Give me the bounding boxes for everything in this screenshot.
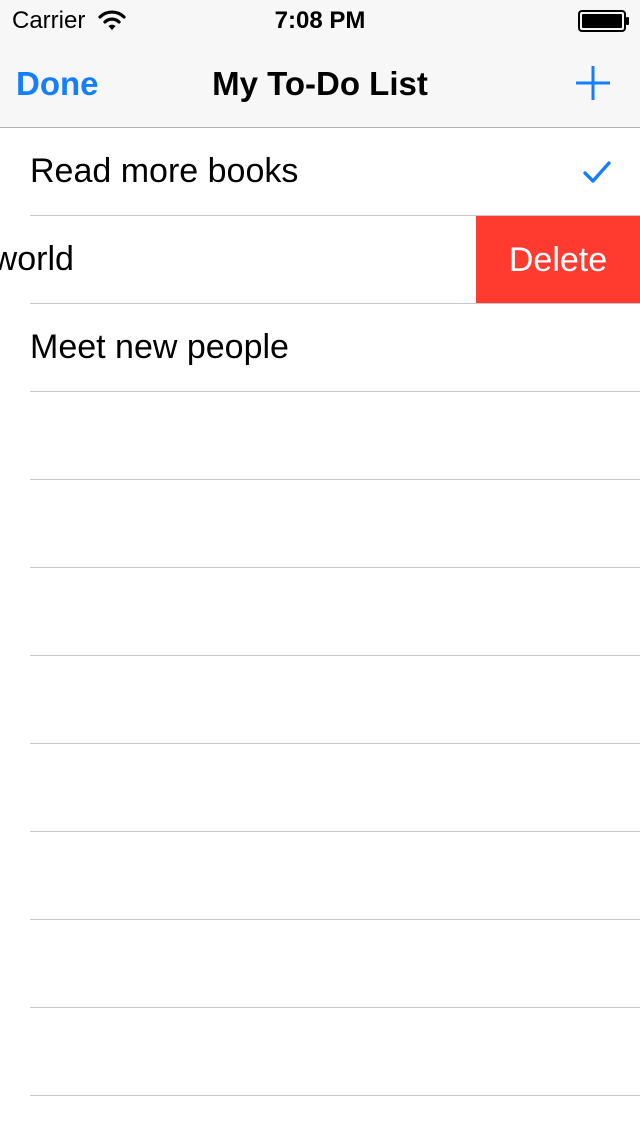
row-label: Read more books xyxy=(30,152,299,190)
table-row-swiped[interactable]: See the world Delete xyxy=(0,216,640,304)
checkmark-icon xyxy=(583,161,611,183)
table-row[interactable]: Meet new people xyxy=(0,304,640,392)
table-row[interactable]: Read more books xyxy=(0,128,640,216)
status-bar: Carrier 7:08 PM xyxy=(0,0,640,40)
status-time: 7:08 PM xyxy=(274,7,366,34)
plus-icon[interactable] xyxy=(570,60,616,106)
row-label: See the world xyxy=(0,240,74,278)
empty-row xyxy=(0,568,640,656)
empty-row xyxy=(0,832,640,920)
page-title: My To-Do List xyxy=(212,65,428,102)
row-label: Meet new people xyxy=(30,328,289,366)
empty-row xyxy=(0,920,640,1008)
empty-row xyxy=(0,656,640,744)
empty-row xyxy=(0,744,640,832)
todo-table: Read more books See the world Delete Mee… xyxy=(0,128,640,1136)
todo-screen: Carrier 7:08 PM Done My To-Do List Read … xyxy=(0,0,640,1136)
empty-row xyxy=(0,480,640,568)
row-separator xyxy=(30,1095,640,1096)
battery-icon xyxy=(578,10,629,32)
empty-row xyxy=(0,1008,640,1096)
navigation-bar: Done My To-Do List xyxy=(0,40,640,128)
empty-row xyxy=(0,392,640,480)
delete-button[interactable]: Delete xyxy=(476,216,640,304)
